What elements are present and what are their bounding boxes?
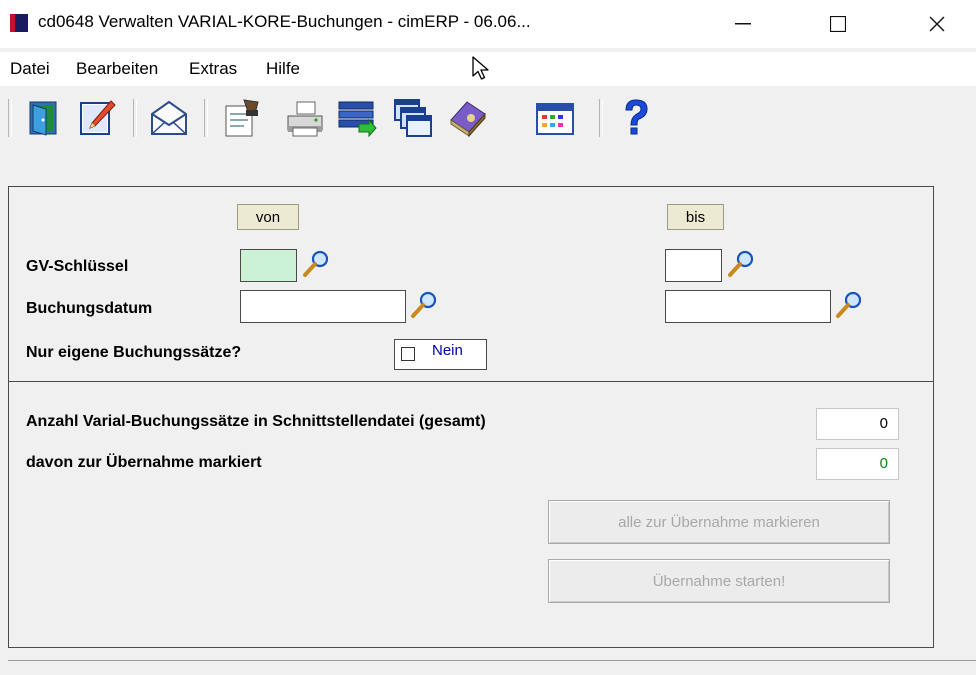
edit-icon[interactable] xyxy=(77,98,117,138)
menu-bearbeiten[interactable]: Bearbeiten xyxy=(76,59,158,79)
windows-icon[interactable] xyxy=(393,98,433,138)
minimize-button[interactable] xyxy=(720,8,766,40)
search-icon[interactable] xyxy=(725,248,757,280)
menu-datei[interactable]: Datei xyxy=(10,59,50,79)
close-button[interactable] xyxy=(914,8,960,40)
gv-schluessel-bis-input[interactable] xyxy=(665,249,722,282)
document-stamp-icon[interactable] xyxy=(222,98,262,138)
toolbar-separator xyxy=(204,99,208,137)
toolbar-separator xyxy=(599,99,603,137)
mark-all-button[interactable]: alle zur Übernahme markieren xyxy=(548,500,890,544)
menu-extras[interactable]: Extras xyxy=(189,59,237,79)
gv-schluessel-label: GV-Schlüssel xyxy=(26,258,129,275)
window-title: cd0648 Verwalten VARIAL-KORE-Buchungen -… xyxy=(38,12,531,31)
buchungsdatum-label: Buchungsdatum xyxy=(26,300,153,317)
anzahl-count: 0 xyxy=(816,408,899,440)
help-icon[interactable] xyxy=(616,98,656,138)
maximize-icon xyxy=(830,16,846,32)
close-icon xyxy=(929,16,945,32)
menu-hilfe[interactable]: Hilfe xyxy=(266,59,300,79)
table-import-icon[interactable] xyxy=(337,98,377,138)
header-von: von xyxy=(237,204,299,230)
toolbar-separator xyxy=(8,99,12,137)
mouse-cursor-icon xyxy=(472,56,489,80)
buchungsdatum-bis-input[interactable] xyxy=(665,290,831,323)
anzahl-label: Anzahl Varial-Buchungssätze in Schnittst… xyxy=(26,413,486,430)
calendar-icon[interactable] xyxy=(535,98,575,138)
toolbar-separator xyxy=(133,99,137,137)
start-transfer-button[interactable]: Übernahme starten! xyxy=(548,559,890,603)
header-bis: bis xyxy=(667,204,724,230)
maximize-button[interactable] xyxy=(815,8,861,40)
nur-eigene-checkbox[interactable] xyxy=(401,347,415,361)
buchungsdatum-von-input[interactable] xyxy=(240,290,406,323)
printer-icon[interactable] xyxy=(285,98,325,138)
nur-eigene-value: Nein xyxy=(432,342,463,359)
davon-count: 0 xyxy=(816,448,899,480)
search-icon[interactable] xyxy=(408,289,440,321)
status-divider xyxy=(8,660,976,661)
search-icon[interactable] xyxy=(300,248,332,280)
search-icon[interactable] xyxy=(833,289,865,321)
minimize-icon xyxy=(735,23,751,25)
exit-icon[interactable] xyxy=(24,98,64,138)
toolbar xyxy=(0,86,976,152)
gv-schluessel-von-input[interactable] xyxy=(240,249,297,282)
mail-icon[interactable] xyxy=(149,98,189,138)
app-icon xyxy=(10,14,28,32)
book-icon[interactable] xyxy=(447,98,487,138)
davon-label: davon zur Übernahme markiert xyxy=(26,454,262,471)
nur-eigene-label: Nur eigene Buchungssätze? xyxy=(26,344,242,361)
panel-divider xyxy=(9,381,933,382)
